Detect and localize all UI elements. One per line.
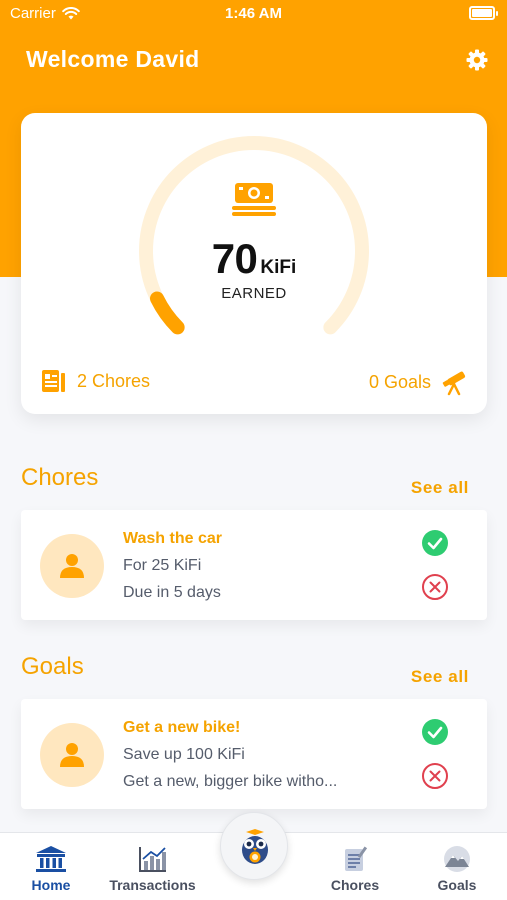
earned-amount: 70 KiFi — [21, 235, 487, 283]
tab-home-label: Home — [31, 877, 71, 893]
goals-count-label: 0 Goals — [368, 371, 431, 392]
bank-icon — [36, 846, 66, 872]
tab-chores[interactable]: Chores — [320, 833, 390, 900]
avatar — [40, 723, 104, 787]
person-icon — [60, 743, 84, 767]
tab-transactions-label: Transactions — [109, 877, 196, 893]
page-title: Welcome David — [26, 46, 200, 72]
earnings-summary-card: 70 KiFi EARNED 2 Chores 0 Goals — [21, 113, 487, 414]
approve-check-icon[interactable] — [421, 529, 449, 557]
notepad-icon — [42, 370, 65, 392]
chore-reward: For 25 KiFi — [123, 557, 202, 574]
telescope-icon — [442, 371, 466, 396]
goals-section-title: Goals — [21, 653, 84, 680]
chore-title: Wash the car — [123, 530, 222, 547]
goal-description: Get a new, bigger bike witho... — [123, 773, 338, 790]
status-bar: Carrier 1:46 AM — [0, 0, 507, 28]
reject-x-icon[interactable] — [421, 573, 449, 601]
earned-value: 70 — [211, 235, 258, 282]
approve-check-icon[interactable] — [421, 718, 449, 746]
goals-see-all-link[interactable]: See all — [411, 667, 469, 687]
tab-chores-label: Chores — [330, 877, 380, 893]
owl-center-button[interactable] — [220, 812, 288, 880]
chores-count-link[interactable]: 2 Chores — [41, 368, 150, 394]
cash-icon — [232, 183, 276, 216]
goal-title: Get a new bike! — [123, 719, 241, 736]
goal-target: Save up 100 KiFi — [123, 746, 245, 763]
earned-unit: KiFi — [260, 257, 297, 278]
chore-due: Due in 5 days — [123, 584, 221, 601]
person-icon — [60, 554, 84, 578]
earned-label: EARNED — [221, 285, 287, 302]
avatar — [40, 534, 104, 598]
chore-card[interactable]: Wash the car For 25 KiFi Due in 5 days — [21, 510, 487, 620]
chores-see-all-link[interactable]: See all — [411, 478, 469, 498]
chores-count-label: 2 Chores — [77, 370, 151, 391]
tab-transactions[interactable]: Transactions — [100, 833, 205, 900]
status-time: 1:46 AM — [225, 5, 282, 22]
goals-count-link[interactable]: 0 Goals — [369, 368, 469, 396]
tab-home[interactable]: Home — [16, 833, 86, 900]
battery-icon — [469, 6, 498, 20]
tab-goals-label: Goals — [437, 877, 477, 893]
gear-icon[interactable] — [465, 48, 489, 72]
mountain-icon — [444, 846, 470, 872]
chart-icon — [138, 847, 166, 872]
reject-x-icon[interactable] — [421, 762, 449, 790]
chores-section-title: Chores — [21, 464, 99, 491]
notepad-icon — [345, 846, 368, 871]
tab-goals[interactable]: Goals — [422, 833, 492, 900]
goal-card[interactable]: Get a new bike! Save up 100 KiFi Get a n… — [21, 699, 487, 809]
owl-icon — [242, 829, 268, 864]
